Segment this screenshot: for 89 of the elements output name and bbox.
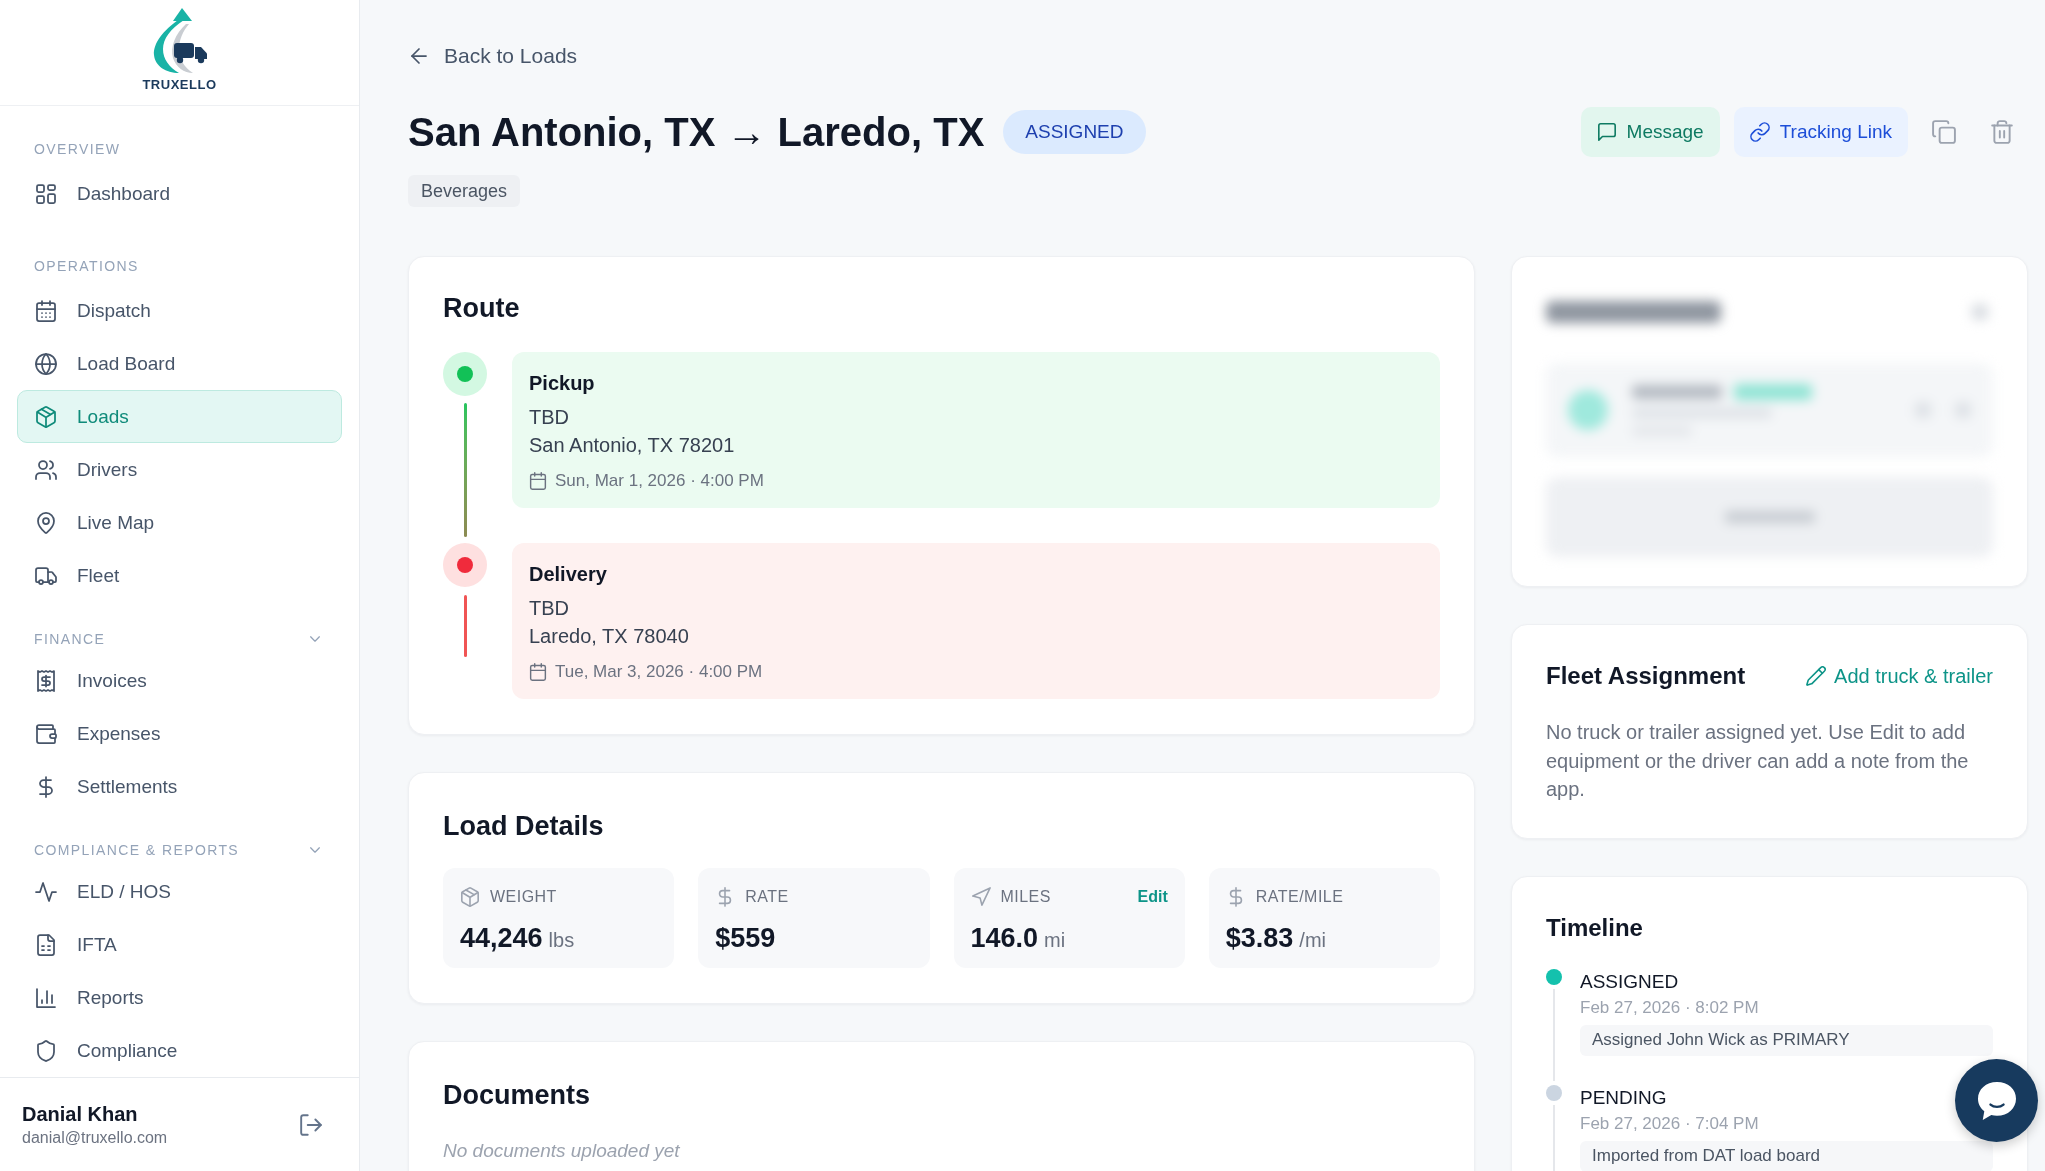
stop-name: TBD [529,405,570,430]
box-icon [460,887,480,907]
stop-address: San Antonio, TX 78201 [529,433,736,458]
status-badge: ASSIGNED [1003,110,1146,154]
trash-icon [1990,120,2014,144]
event-status: PENDING [1580,1085,1668,1110]
box-icon [35,405,57,428]
calendar-icon [529,472,547,490]
event-note: Imported from DAT load board [1580,1140,1993,1171]
nav-item[interactable]: Expenses [17,707,342,760]
stat-unit: lbs [548,928,575,953]
event-note: Assigned John Wick as PRIMARY [1580,1024,1993,1056]
card-title: Timeline [1546,912,1644,943]
logout-button[interactable] [299,1112,323,1137]
spreadsheet-icon [35,933,57,956]
stop-label: Pickup [529,371,596,396]
nav-item[interactable]: Fleet [17,549,342,602]
nav-item[interactable]: Loads [17,390,342,443]
back-link[interactable]: Back to Loads [408,42,578,70]
pencil-icon [1806,666,1827,686]
stat-value: 44,246 [460,922,543,955]
nav-item[interactable]: ELD / HOS [17,865,342,918]
nav-item[interactable]: Dispatch [17,284,342,337]
section-label: COMPLIANCE & REPORTS [34,841,240,859]
pickup-marker-icon [443,352,487,396]
message-button[interactable]: Message [1580,107,1720,157]
bar-chart-icon [35,986,57,1009]
stat-unit: mi [1044,928,1066,953]
stat-label: RATE [745,887,789,907]
nav-item[interactable]: Load Board [17,337,342,390]
stat-label: WEIGHT [490,887,557,907]
grid-icon [35,182,57,205]
nav-item[interactable]: Live Map [17,496,342,549]
nav-item[interactable]: Invoices [17,654,342,707]
nav-item[interactable]: Dashboard [17,167,342,220]
stop-datetime: Sun, Mar 1, 2026 · 4:00 PM [555,470,764,492]
receipt-icon [35,669,57,692]
chat-bubble-icon [1977,1081,2016,1120]
tracking-link-button[interactable]: Tracking Link [1733,107,1908,157]
logo-text: TRUXELLO [142,77,217,92]
event-status: ASSIGNED [1580,969,1680,994]
section-label: FINANCE [34,630,106,648]
copy-icon [1932,120,1956,144]
fleet-message: No truck or trailer assigned yet. Use Edit to add equipment or the driver can add a note from the app. [1546,720,1970,802]
card-title: Load Details [443,810,605,843]
nav-item[interactable]: IFTA [17,918,342,971]
calendar-icon [529,663,547,681]
map-pin-icon [35,511,57,534]
nav-item[interactable]: Compliance [17,1024,342,1077]
edit-link[interactable]: Edit [1137,885,1168,909]
globe-icon [35,352,57,375]
add-truck-trailer-button[interactable]: Add truck & trailer [1806,661,1993,691]
truck-icon [35,564,57,587]
tag: Beverages [408,175,521,207]
user-email: danial@truxello.com [22,1127,168,1148]
section-label: OPERATIONS [34,257,139,275]
delivery-marker-icon [443,543,487,587]
section-label: OVERVIEW [34,140,121,158]
shield-icon [35,1039,57,1062]
nav-item[interactable]: Drivers [17,443,342,496]
stat-unit: /mi [1299,928,1326,953]
card-title: Fleet Assignment [1546,661,1746,691]
navigation-arrow-icon [970,887,991,907]
user-name: Danial Khan [22,1101,139,1127]
users-icon [35,458,57,481]
calendar-icon [35,299,57,322]
wallet-icon [35,722,57,745]
stop-address: Laredo, TX 78040 [529,624,690,649]
stop-name: TBD [529,596,570,621]
route-line [463,595,467,657]
stat-label: RATE/MILE [1255,887,1344,907]
link-icon [1749,122,1770,142]
message-icon [1596,122,1617,142]
page-title: San Antonio, TX → Laredo, TX [408,109,985,156]
event-time: Feb 27, 2026 · 8:02 PM [1580,996,1760,1019]
empty-message: No documents uploaded yet [443,1139,681,1163]
stat-label: MILES [1000,887,1051,907]
logout-icon [299,1112,323,1137]
card-title: Route [443,292,521,325]
nav-item[interactable]: Settlements [17,760,342,813]
stop-label: Delivery [529,562,608,587]
stat-value: $559 [715,922,776,955]
stat-value: 146.0 [970,922,1039,955]
card-title: Documents [443,1079,592,1112]
stat-value: $3.83 [1225,922,1294,955]
stop-datetime: Tue, Mar 3, 2026 · 4:00 PM [555,661,763,683]
pulse-icon [35,880,57,903]
nav-item[interactable]: Reports [17,971,342,1024]
event-time: Feb 27, 2026 · 7:04 PM [1580,1112,1760,1135]
